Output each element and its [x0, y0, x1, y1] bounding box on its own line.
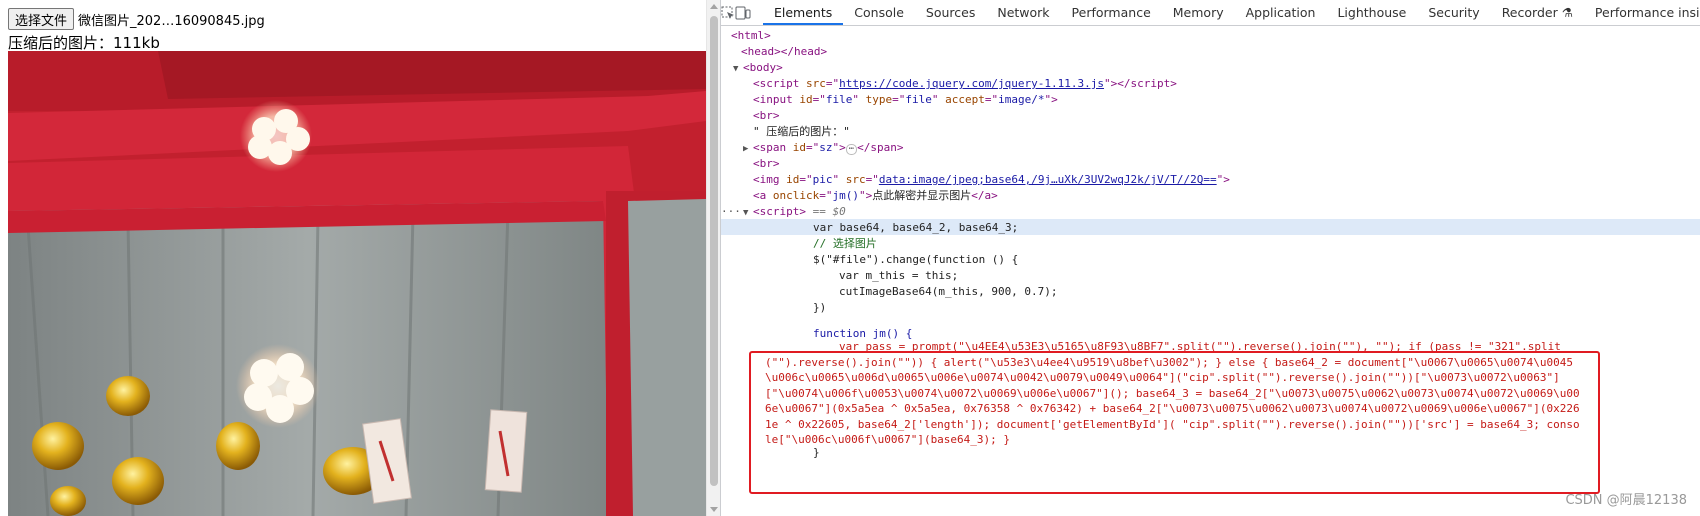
choose-file-button[interactable]: 选择文件 — [8, 8, 75, 30]
page-scrollbar[interactable] — [706, 0, 721, 516]
input-accept-value: image/* — [998, 93, 1045, 106]
scroll-up-arrow-icon[interactable] — [710, 4, 718, 9]
rendered-page: 选择文件 微信图片_202…16090845.jpg 压缩后的图片：111kb — [0, 0, 706, 516]
compressed-image — [8, 51, 706, 516]
compressed-size-line: 压缩后的图片：111kb — [8, 32, 160, 53]
dom-tree[interactable]: <html> <head></head> ▼ <body> <script src… — [721, 26, 1700, 516]
anchor-onclick-value: jm() — [832, 189, 859, 202]
js-line: $("#file").change(function () { — [813, 253, 1019, 266]
devtools-toolbar: Elements Console Sources Network Perform… — [721, 0, 1700, 26]
tree-node-input[interactable]: <input id="file" type="file" accept="ima… — [753, 92, 1058, 108]
selected-file-name: 微信图片_202…16090845.jpg — [78, 13, 265, 29]
tab-lighthouse[interactable]: Lighthouse — [1326, 0, 1417, 25]
tab-security[interactable]: Security — [1417, 0, 1490, 25]
tab-sources[interactable]: Sources — [915, 0, 986, 25]
expand-triangle-icon[interactable]: ▼ — [733, 61, 743, 77]
tree-node-text[interactable]: " 压缩后的图片：" — [753, 124, 850, 140]
compressed-size-label: 压缩后的图片： — [8, 34, 114, 52]
anchor-text: 点此解密并显示图片 — [872, 189, 972, 202]
scroll-down-arrow-icon[interactable] — [710, 507, 718, 512]
tree-node-img[interactable]: <img id="pic" src="data:image/jpeg;base6… — [753, 172, 1230, 188]
tree-node-script-jquery[interactable]: <script src="https://code.jquery.com/jqu… — [753, 76, 1177, 92]
expand-triangle-icon[interactable]: ▼ — [743, 205, 753, 221]
tag-head: <head></head> — [741, 45, 828, 58]
expand-triangle-icon[interactable]: ▶ — [743, 141, 753, 157]
tag-br: <br> — [753, 109, 780, 122]
tab-performance-insights-label: Performance insights — [1594, 5, 1700, 20]
tag-html: <html> — [731, 29, 771, 42]
more-actions-icon[interactable]: ··· — [721, 204, 741, 220]
tab-recorder[interactable]: Recorder ⚗ — [1491, 0, 1584, 25]
tree-node-head[interactable]: <head></head> — [741, 44, 827, 60]
tree-node-body[interactable]: ▼ <body> — [733, 60, 783, 76]
js-line: var base64, base64_2, base64_3; — [813, 221, 1019, 234]
tree-node-html[interactable]: <html> — [731, 28, 771, 44]
tab-performance-insights[interactable]: Performance insights ⚗ — [1584, 0, 1700, 25]
tree-node-br[interactable]: <br> — [753, 108, 780, 124]
tab-performance[interactable]: Performance — [1061, 0, 1162, 25]
tab-elements[interactable]: Elements — [763, 0, 844, 25]
watermark: CSDN @阿晨12138 — [1565, 493, 1687, 508]
span-id-value: sz — [819, 141, 833, 154]
img-id-value: pic — [812, 173, 833, 186]
tree-node-span[interactable]: ▶ <span id="sz"> ⋯ </span> — [743, 140, 904, 156]
img-src-link[interactable]: data:image/jpeg;base64,/9j…uXk/3UV2wqJ2k… — [879, 173, 1217, 186]
scroll-thumb[interactable] — [710, 16, 718, 486]
compressed-size-value: 111kb — [113, 34, 160, 52]
input-id-value: file — [825, 93, 853, 106]
flask-icon: ⚗ — [1561, 5, 1573, 20]
tree-node-anchor[interactable]: <a onclick="jm()">点此解密并显示图片</a> — [753, 188, 998, 204]
tree-node-script-inline[interactable]: ▼ <script> == $0 — [743, 204, 846, 220]
js-comment: // 选择图片 — [813, 237, 877, 250]
tab-recorder-label: Recorder — [1501, 5, 1558, 20]
inspect-element-icon[interactable] — [721, 0, 735, 25]
tab-application[interactable]: Application — [1235, 0, 1327, 25]
text-node: " 压缩后的图片：" — [753, 125, 850, 138]
tab-console[interactable]: Console — [843, 0, 915, 25]
input-type-value: file — [905, 93, 932, 106]
ellipsis-icon[interactable]: ⋯ — [845, 144, 858, 155]
tree-node-br-2[interactable]: <br> — [753, 156, 780, 172]
highlight-box — [749, 351, 1600, 494]
script-src-link[interactable]: https://code.jquery.com/jquery-1.11.3.js — [839, 77, 1104, 90]
js-line: }) — [813, 301, 827, 314]
tag-body: <body> — [743, 61, 783, 74]
attr-name: src — [805, 77, 826, 90]
selected-node-marker: == $0 — [812, 205, 846, 218]
device-toolbar-icon[interactable] — [735, 0, 751, 25]
file-input-row: 选择文件 微信图片_202…16090845.jpg — [8, 8, 265, 30]
tag-br: <br> — [753, 157, 780, 170]
js-line: var m_this = this; — [839, 269, 959, 282]
tab-memory[interactable]: Memory — [1162, 0, 1235, 25]
devtools-panel: Elements Console Sources Network Perform… — [720, 0, 1700, 516]
js-line: cutImageBase64(m_this, 900, 0.7); — [839, 285, 1058, 298]
jewelry-tray-photo — [8, 51, 706, 516]
tab-network[interactable]: Network — [986, 0, 1060, 25]
